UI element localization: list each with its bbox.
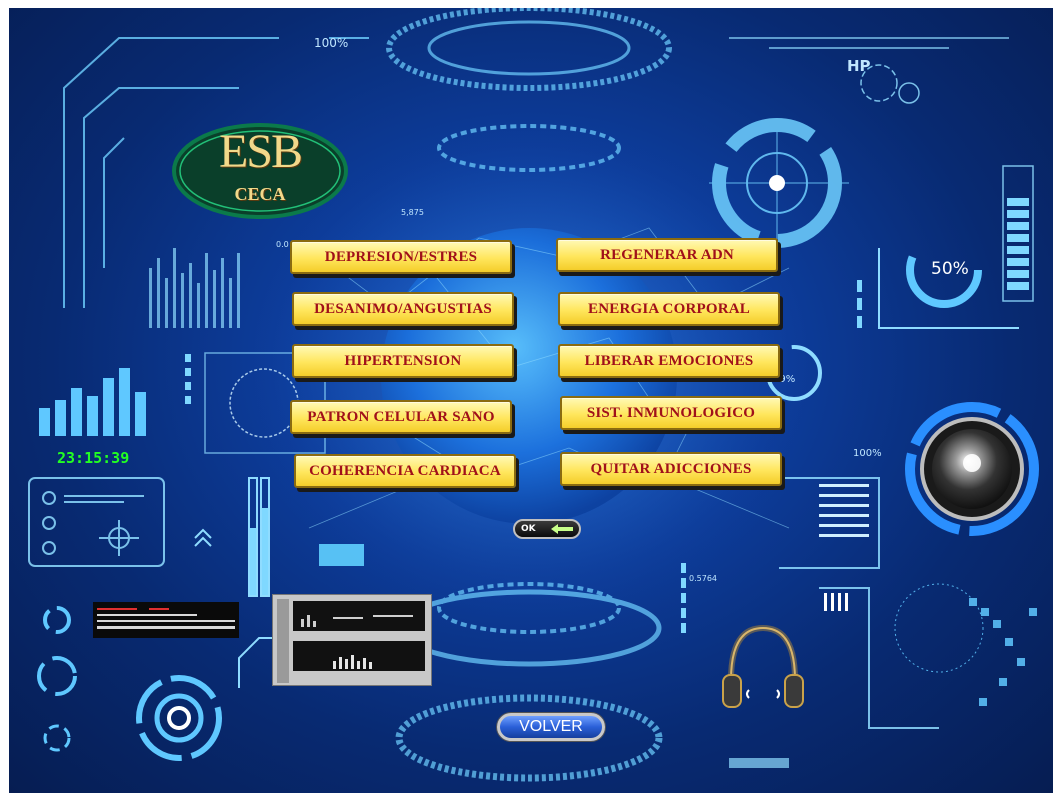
button-regenerar-adn[interactable]: REGENERAR ADN bbox=[556, 238, 778, 272]
button-coherencia-cardiaca[interactable]: COHERENCIA CARDIACA bbox=[294, 454, 516, 488]
button-desanimo-angustias[interactable]: DESANIMO/ANGUSTIAS bbox=[292, 292, 514, 326]
logo-main-text: ESB bbox=[218, 125, 303, 178]
media-player-widget bbox=[272, 594, 432, 686]
button-energia-corporal[interactable]: ENERGIA CORPORAL bbox=[558, 292, 780, 326]
button-depresion-estres[interactable]: DEPRESION/ESTRES bbox=[290, 240, 512, 274]
hud-background-graphics bbox=[28, 8, 1039, 782]
app-canvas: 100% HP 50% 79% 100% 5,875 0.5764 0.0 ES… bbox=[9, 8, 1053, 793]
button-patron-celular-sano[interactable]: PATRON CELULAR SANO bbox=[290, 400, 512, 434]
headphones-icon[interactable] bbox=[721, 620, 805, 712]
hud-hp-label: HP bbox=[847, 57, 871, 75]
hud-percent-ring: 50% bbox=[931, 259, 969, 279]
arrow-left-icon bbox=[551, 524, 573, 534]
esb-ceca-logo: ESB CECA bbox=[171, 120, 349, 222]
speaker-icon[interactable] bbox=[914, 411, 1030, 527]
clock-display: 23:15:39 bbox=[57, 449, 130, 467]
hud-value-c: 0.0 bbox=[276, 240, 289, 249]
ok-button-label: OK bbox=[521, 524, 536, 534]
hud-percent-top: 100% bbox=[314, 36, 349, 50]
button-liberar-emociones[interactable]: LIBERAR EMOCIONES bbox=[558, 344, 780, 378]
button-quitar-adicciones[interactable]: QUITAR ADICCIONES bbox=[560, 452, 782, 486]
logo-sub-text: CECA bbox=[234, 184, 286, 204]
hud-value-a: 5,875 bbox=[401, 208, 424, 217]
ok-button[interactable]: OK bbox=[513, 519, 581, 539]
volver-button[interactable]: VOLVER bbox=[497, 713, 605, 741]
button-hipertension[interactable]: HIPERTENSION bbox=[292, 344, 514, 378]
hud-percent-right: 100% bbox=[853, 448, 882, 459]
button-sist-inmunologico[interactable]: SIST. INMUNOLOGICO bbox=[560, 396, 782, 430]
hud-value-b: 0.5764 bbox=[689, 574, 717, 583]
